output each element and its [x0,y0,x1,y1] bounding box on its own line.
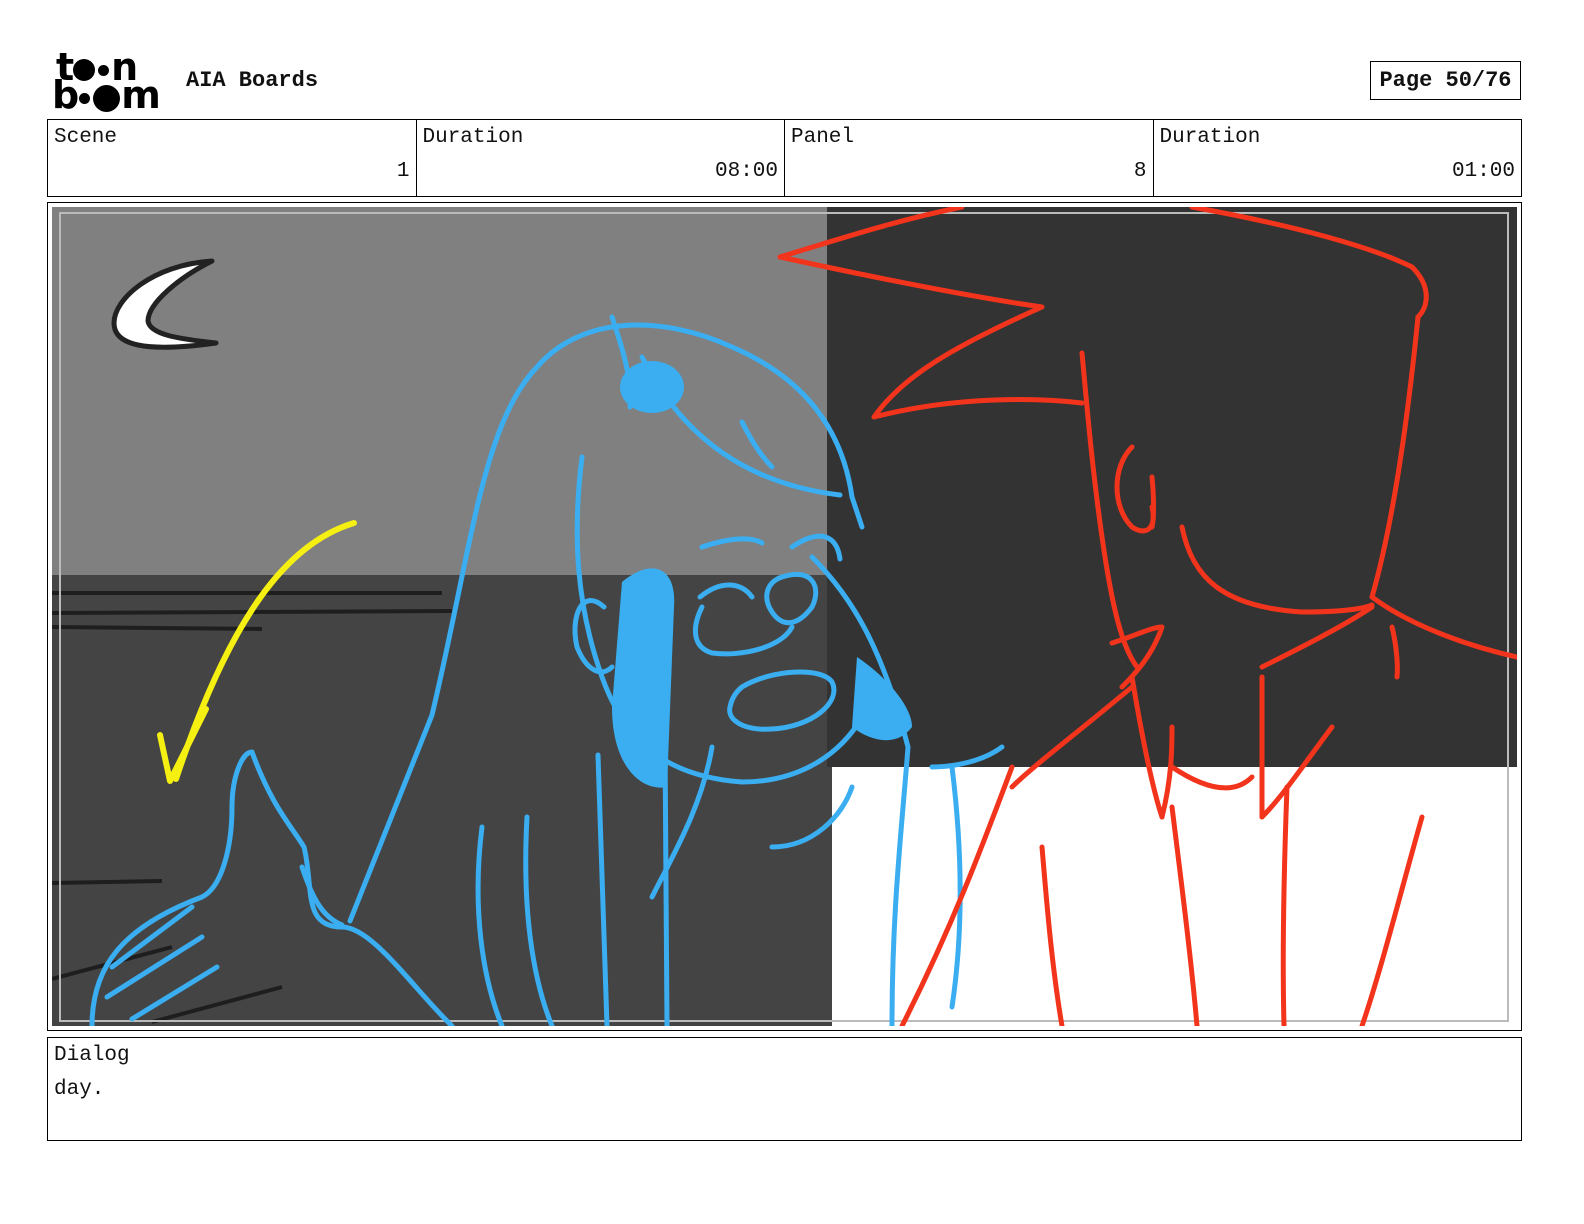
page-indicator: Page 50/76 [1370,61,1521,100]
panel-duration-cell: Duration 01:00 [1154,120,1522,196]
scene-cell: Scene 1 [48,120,417,196]
panel-info-table: Scene 1 Duration 08:00 Panel 8 Duration … [47,119,1522,197]
storyboard-panel [47,202,1522,1031]
scene-value: 1 [396,160,410,183]
app-title: AIA Boards [186,68,319,93]
night-sky [52,207,832,579]
toon-boom-logo: tn bm [52,45,161,117]
dialog-text: day. [54,1078,105,1101]
scene-label: Scene [54,126,118,149]
dialog-label: Dialog [54,1044,130,1067]
panel-duration-label: Duration [1159,126,1261,149]
dark-window [827,207,1517,767]
scene-duration-value: 08:00 [714,160,778,183]
panel-label: Panel [791,126,855,149]
panel-drawing [52,207,1517,1026]
panel-value: 8 [1133,160,1147,183]
panel-cell: Panel 8 [785,120,1154,196]
scene-duration-cell: Duration 08:00 [417,120,785,196]
scene-duration-label: Duration [422,126,524,149]
panel-duration-value: 01:00 [1451,160,1515,183]
dialog-box: Dialog day. [47,1037,1522,1141]
